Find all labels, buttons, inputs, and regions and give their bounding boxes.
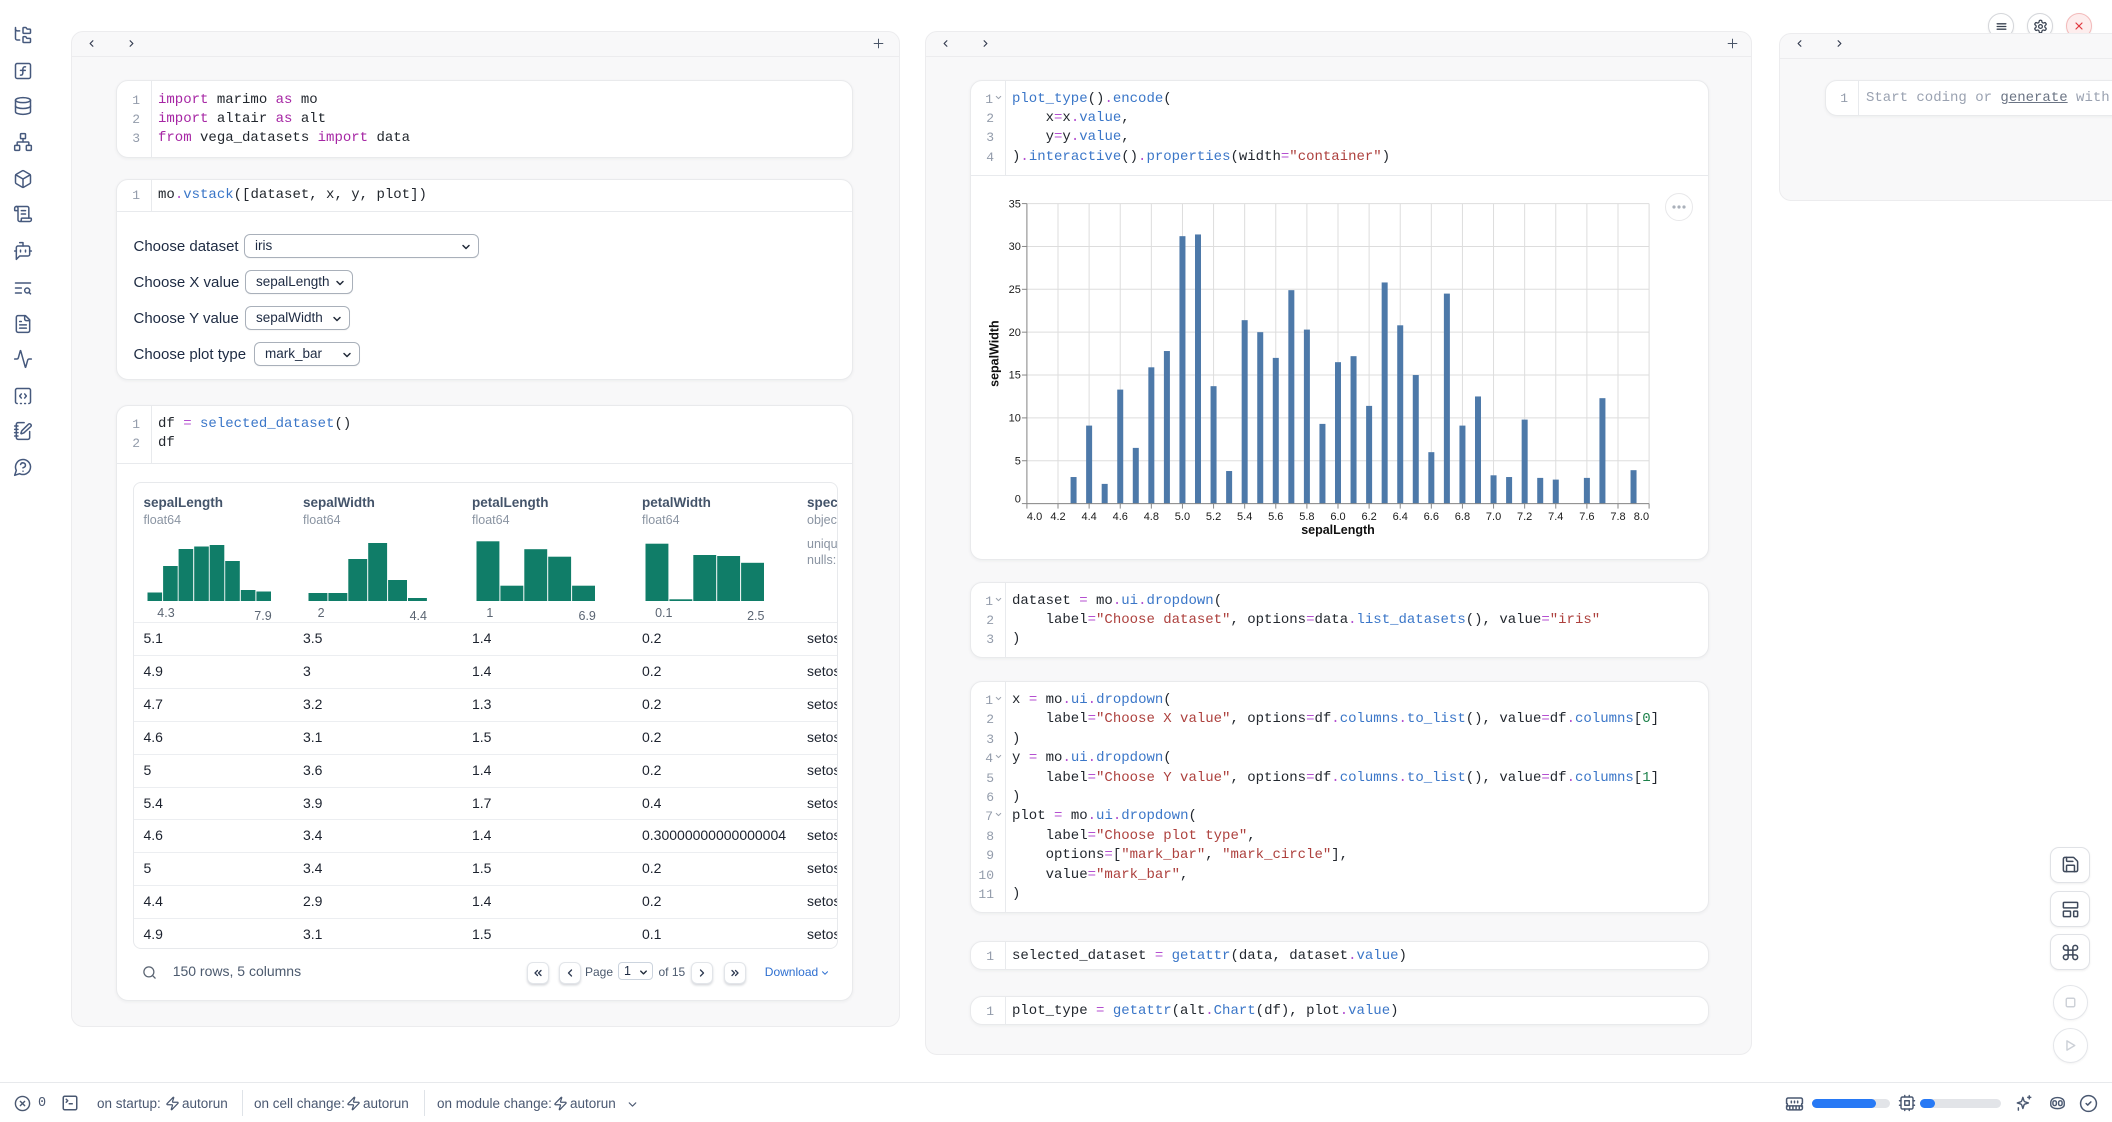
svg-text:7.0: 7.0 <box>1486 511 1501 523</box>
svg-text:sepalWidth: sepalWidth <box>987 320 1001 387</box>
svg-text:6.2: 6.2 <box>1361 511 1376 523</box>
svg-text:sepalLength: sepalLength <box>1301 523 1375 537</box>
svg-text:30: 30 <box>1009 241 1021 253</box>
svg-text:25: 25 <box>1009 284 1021 296</box>
svg-text:4.2: 4.2 <box>1050 511 1065 523</box>
svg-text:7.2: 7.2 <box>1517 511 1532 523</box>
svg-text:6.0: 6.0 <box>1330 511 1345 523</box>
svg-text:5.4: 5.4 <box>1237 511 1252 523</box>
svg-text:5.8: 5.8 <box>1299 511 1314 523</box>
svg-text:5.6: 5.6 <box>1268 511 1283 523</box>
svg-text:15: 15 <box>1009 370 1021 382</box>
svg-text:5.2: 5.2 <box>1206 511 1221 523</box>
svg-text:5: 5 <box>1015 455 1021 467</box>
svg-text:8.0: 8.0 <box>1634 511 1649 523</box>
svg-text:10: 10 <box>1009 413 1021 425</box>
svg-text:6.8: 6.8 <box>1455 511 1470 523</box>
svg-text:7.6: 7.6 <box>1579 511 1594 523</box>
svg-text:20: 20 <box>1009 327 1021 339</box>
svg-text:7.4: 7.4 <box>1548 511 1563 523</box>
svg-text:7.8: 7.8 <box>1610 511 1625 523</box>
svg-text:0: 0 <box>1015 493 1021 505</box>
svg-text:4.0: 4.0 <box>1027 511 1042 523</box>
svg-text:4.8: 4.8 <box>1144 511 1159 523</box>
svg-text:6.4: 6.4 <box>1393 511 1408 523</box>
svg-text:4.6: 4.6 <box>1113 511 1128 523</box>
svg-text:5.0: 5.0 <box>1175 511 1190 523</box>
svg-text:4.4: 4.4 <box>1081 511 1096 523</box>
svg-text:35: 35 <box>1009 198 1021 210</box>
svg-text:6.6: 6.6 <box>1424 511 1439 523</box>
